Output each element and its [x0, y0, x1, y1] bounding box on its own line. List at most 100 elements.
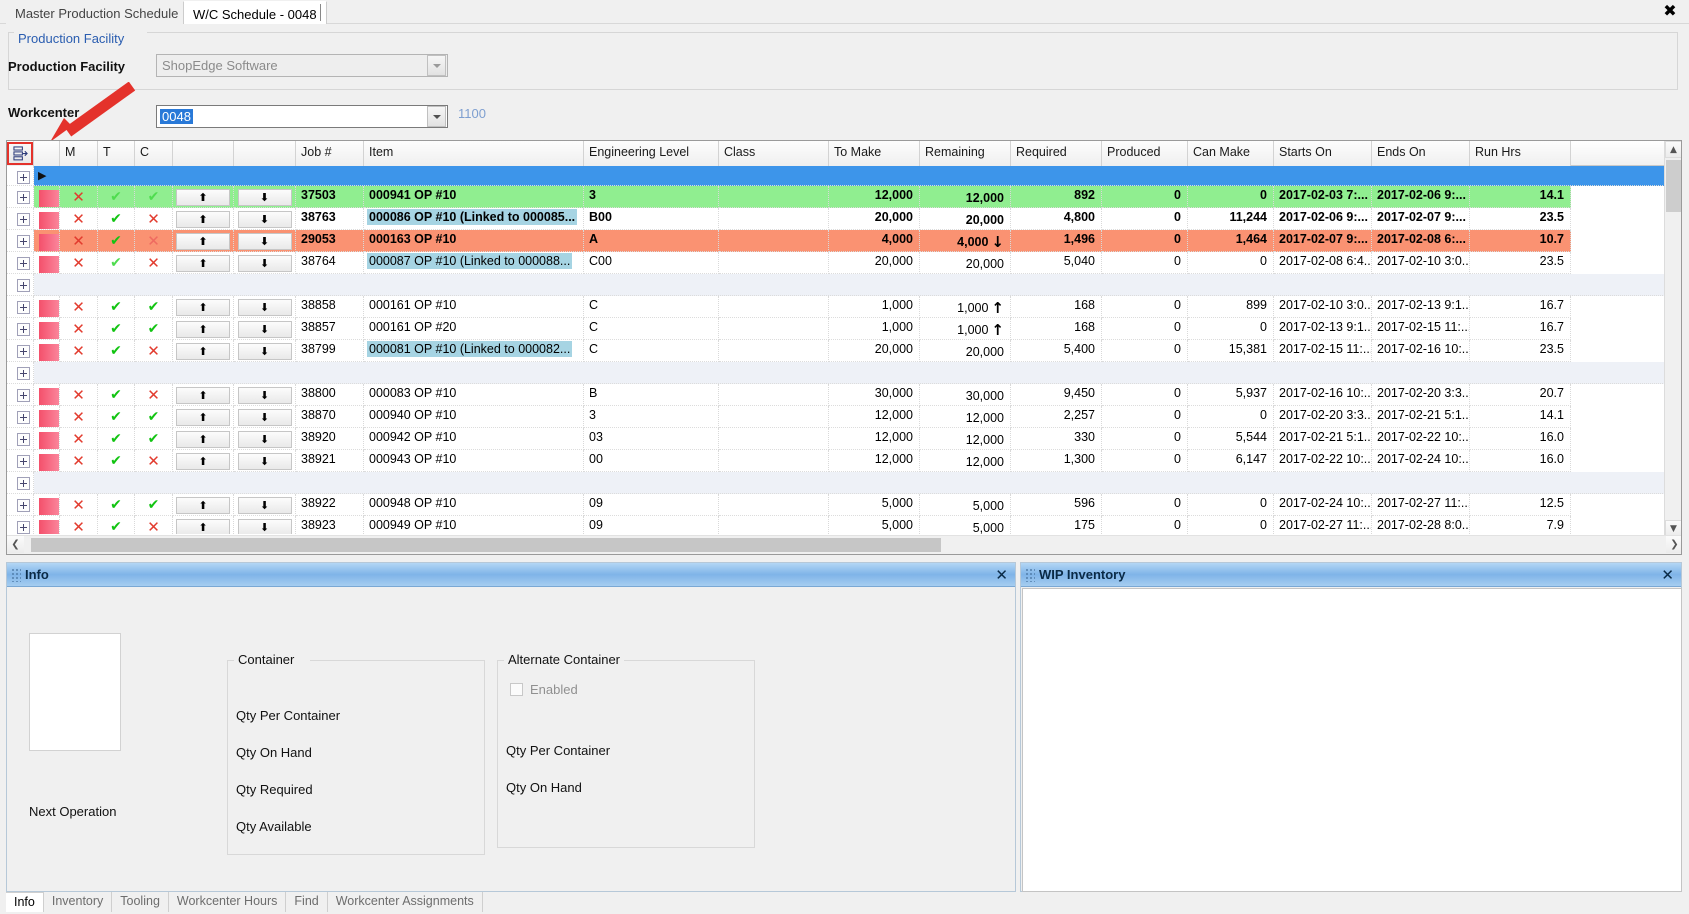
- arrow-down-icon[interactable]: ⬇: [237, 387, 292, 404]
- cell-run-hrs[interactable]: 16.7: [1470, 296, 1571, 318]
- cell-produced[interactable]: 0: [1102, 494, 1188, 516]
- cell-can-make[interactable]: 5,937: [1188, 384, 1274, 406]
- cell-job[interactable]: 38764: [296, 252, 364, 274]
- plus-icon[interactable]: [17, 345, 30, 358]
- cell-required[interactable]: 1,300: [1011, 450, 1102, 472]
- move-down-button[interactable]: ⬇: [234, 494, 296, 516]
- arrow-up-icon[interactable]: ⬆: [176, 431, 230, 448]
- cell-can-make[interactable]: 6,147: [1188, 450, 1274, 472]
- cell-t[interactable]: ✔: [98, 208, 135, 230]
- move-up-button[interactable]: ⬆: [173, 494, 234, 516]
- row-expander[interactable]: [7, 472, 34, 494]
- move-up-button[interactable]: ⬆: [173, 450, 234, 472]
- table-row[interactable]: ✕ ✔ ✔ ⬆ ⬇ 38857 000161 OP #20 C 1,000 1,000 ↑ 168 0 0…: [7, 318, 1665, 340]
- scroll-right-icon[interactable]: ❯: [1666, 536, 1681, 553]
- cell-ends-on[interactable]: 2017-02-07 9:...: [1372, 208, 1470, 230]
- cell-required[interactable]: 5,400: [1011, 340, 1102, 362]
- cell-ends-on[interactable]: 2017-02-16 10:...: [1372, 340, 1470, 362]
- cell-class[interactable]: [719, 296, 829, 318]
- cell-to-make[interactable]: 5,000: [829, 494, 920, 516]
- cell-c[interactable]: ✔: [135, 494, 173, 516]
- cell-to-make[interactable]: 1,000: [829, 318, 920, 340]
- cell-item[interactable]: 000161 OP #10: [364, 296, 584, 318]
- cell-required[interactable]: 2,257: [1011, 406, 1102, 428]
- cell-m[interactable]: ✕: [60, 384, 98, 406]
- arrow-up-icon[interactable]: ⬆: [176, 299, 230, 316]
- arrow-up-icon[interactable]: ⬆: [176, 321, 230, 338]
- table-row[interactable]: ✕ ✔ ✕ ⬆ ⬇ 38799 000081 OP #10 (Linked to 00008…: [7, 340, 1665, 362]
- cell-class[interactable]: [719, 494, 829, 516]
- cell-t[interactable]: ✔: [98, 252, 135, 274]
- cell-run-hrs[interactable]: 16.7: [1470, 318, 1571, 340]
- cell-m[interactable]: ✕: [60, 208, 98, 230]
- move-down-button[interactable]: ⬇: [234, 406, 296, 428]
- move-down-button[interactable]: ⬇: [234, 296, 296, 318]
- cell-engineering-level[interactable]: C: [584, 318, 719, 340]
- table-row[interactable]: ✕ ✔ ✕ ⬆ ⬇ 38800 000083 OP #10 B 30,000 30,000 9,45…: [7, 384, 1665, 406]
- row-priority-flag[interactable]: [34, 384, 60, 406]
- cell-job[interactable]: 38763: [296, 208, 364, 230]
- move-down-button[interactable]: ⬇: [234, 428, 296, 450]
- cell-starts-on[interactable]: 2017-02-07 9:...: [1274, 230, 1372, 252]
- cell-item[interactable]: 000081 OP #10 (Linked to 000082...: [364, 340, 584, 362]
- cell-produced[interactable]: 0: [1102, 516, 1188, 534]
- cell-class[interactable]: [719, 384, 829, 406]
- cell-c[interactable]: ✔: [135, 318, 173, 340]
- row-priority-flag[interactable]: [34, 186, 60, 208]
- selected-row-band[interactable]: ▶: [34, 166, 1665, 186]
- row-priority-flag[interactable]: [34, 406, 60, 428]
- row-expander[interactable]: [7, 318, 34, 340]
- cell-engineering-level[interactable]: 00: [584, 450, 719, 472]
- bottom-tab-workcenter-hours[interactable]: Workcenter Hours: [169, 892, 287, 912]
- cell-item[interactable]: 000087 OP #10 (Linked to 000088...: [364, 252, 584, 274]
- cell-required[interactable]: 4,800: [1011, 208, 1102, 230]
- cell-engineering-level[interactable]: C00: [584, 252, 719, 274]
- arrow-up-icon[interactable]: ⬆: [176, 211, 230, 228]
- cell-ends-on[interactable]: 2017-02-20 3:3...: [1372, 384, 1470, 406]
- bottom-tab-tooling[interactable]: Tooling: [112, 892, 169, 912]
- cell-can-make[interactable]: 899: [1188, 296, 1274, 318]
- cell-class[interactable]: [719, 318, 829, 340]
- plus-icon[interactable]: [17, 213, 30, 226]
- table-row[interactable]: ✕ ✔ ✕ ⬆ ⬇ 38763 000086 OP #10 (Linked to 00008…: [7, 208, 1665, 230]
- cell-can-make[interactable]: 11,244: [1188, 208, 1274, 230]
- arrow-up-icon[interactable]: ⬆: [176, 189, 230, 206]
- close-icon[interactable]: ✖: [1661, 3, 1679, 21]
- row-priority-flag[interactable]: [34, 428, 60, 450]
- cell-remaining[interactable]: 5,000: [920, 494, 1011, 516]
- close-icon[interactable]: ✕: [1661, 567, 1674, 582]
- row-priority-flag[interactable]: [34, 318, 60, 340]
- row-expander[interactable]: [7, 296, 34, 318]
- table-row[interactable]: ✕ ✔ ✕ ⬆ ⬇ 38764 000087 OP #10 (Linked to 00008…: [7, 252, 1665, 274]
- table-group-row[interactable]: [7, 362, 1665, 384]
- arrow-down-icon[interactable]: ⬇: [237, 497, 292, 514]
- table-row[interactable]: ✕ ✔ ✔ ⬆ ⬇ 38922 000948 OP #10 09 5,000 5,000 596 0 0…: [7, 494, 1665, 516]
- grid-header-move-up[interactable]: [173, 141, 234, 166]
- tab-master-production-schedule[interactable]: Master Production Schedule: [6, 1, 188, 24]
- grid-header-remaining[interactable]: Remaining: [920, 141, 1011, 166]
- cell-ends-on[interactable]: 2017-02-13 9:1...: [1372, 296, 1470, 318]
- cell-ends-on[interactable]: 2017-02-08 6:...: [1372, 230, 1470, 252]
- cell-job[interactable]: 38920: [296, 428, 364, 450]
- cell-engineering-level[interactable]: C: [584, 340, 719, 362]
- cell-t[interactable]: ✔: [98, 494, 135, 516]
- scrollbar-thumb[interactable]: [1666, 160, 1681, 212]
- cell-required[interactable]: 168: [1011, 296, 1102, 318]
- move-down-button[interactable]: ⬇: [234, 252, 296, 274]
- cell-c[interactable]: ✔: [135, 186, 173, 208]
- arrow-down-icon[interactable]: ⬇: [237, 299, 292, 316]
- cell-run-hrs[interactable]: 23.5: [1470, 340, 1571, 362]
- cell-item[interactable]: 000949 OP #10: [364, 516, 584, 534]
- cell-can-make[interactable]: 5,544: [1188, 428, 1274, 450]
- cell-job[interactable]: 37503: [296, 186, 364, 208]
- row-priority-flag[interactable]: [34, 296, 60, 318]
- cell-required[interactable]: 5,040: [1011, 252, 1102, 274]
- cell-m[interactable]: ✕: [60, 516, 98, 534]
- plus-icon[interactable]: [17, 389, 30, 402]
- cell-m[interactable]: ✕: [60, 406, 98, 428]
- arrow-down-icon[interactable]: ⬇: [237, 211, 292, 228]
- cell-class[interactable]: [719, 406, 829, 428]
- arrow-down-icon[interactable]: ⬇: [237, 431, 292, 448]
- arrow-down-icon[interactable]: ⬇: [237, 409, 292, 426]
- cell-remaining[interactable]: 4,000 ↓: [920, 230, 1011, 252]
